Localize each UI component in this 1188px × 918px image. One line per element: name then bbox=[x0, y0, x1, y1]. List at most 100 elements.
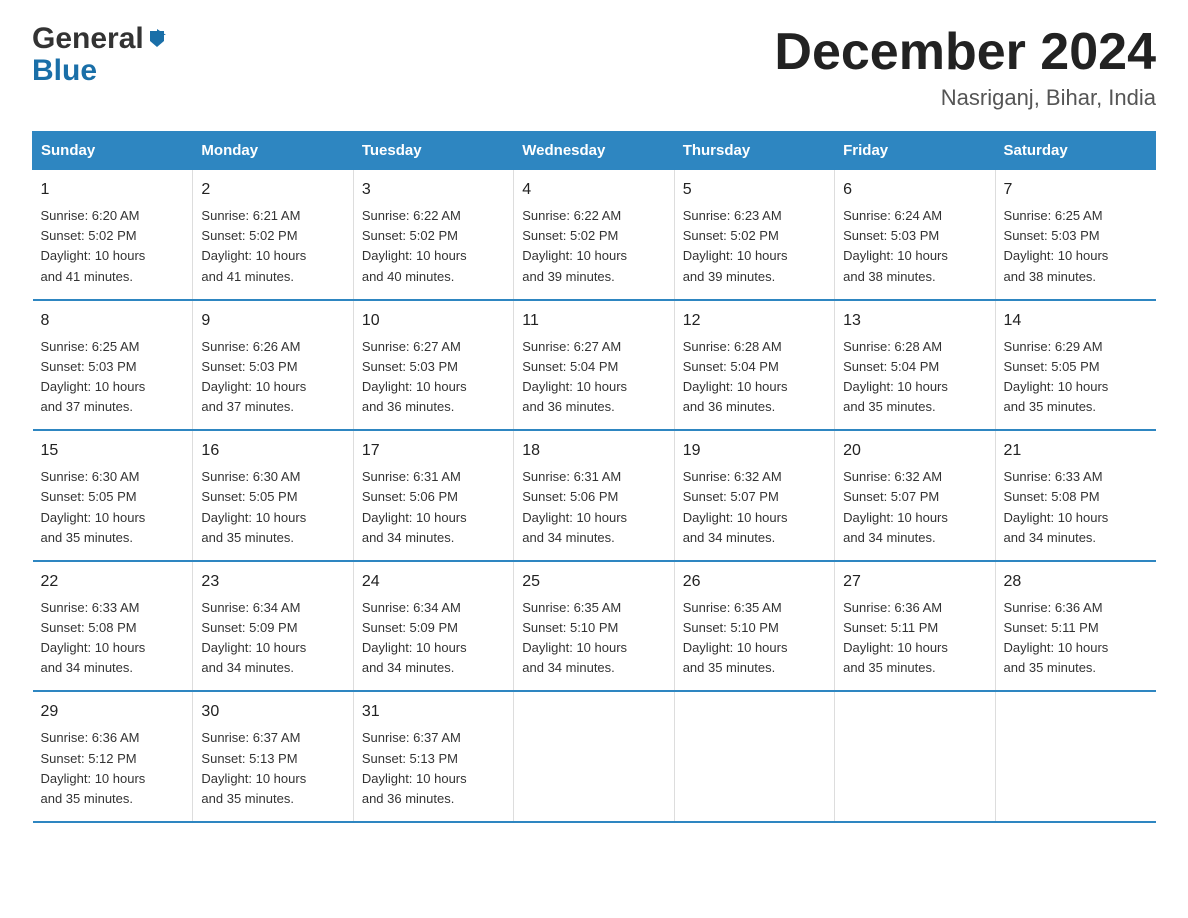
calendar-cell: 13Sunrise: 6:28 AMSunset: 5:04 PMDayligh… bbox=[835, 300, 995, 431]
page-title: December 2024 bbox=[774, 24, 1156, 81]
day-number: 6 bbox=[843, 178, 986, 202]
header-thursday: Thursday bbox=[674, 132, 834, 170]
calendar-week-row: 1 Sunrise: 6:20 AMSunset: 5:02 PMDaylight… bbox=[33, 170, 1156, 300]
calendar-table: Sunday Monday Tuesday Wednesday Thursday… bbox=[32, 131, 1156, 823]
day-info: Sunrise: 6:34 AMSunset: 5:09 PMDaylight:… bbox=[201, 598, 344, 679]
calendar-cell bbox=[674, 691, 834, 822]
calendar-cell: 1 Sunrise: 6:20 AMSunset: 5:02 PMDaylight… bbox=[33, 170, 193, 300]
calendar-cell: 30Sunrise: 6:37 AMSunset: 5:13 PMDayligh… bbox=[193, 691, 353, 822]
logo-general-text: General bbox=[32, 24, 168, 54]
day-number: 7 bbox=[1004, 178, 1148, 202]
calendar-cell: 14 Sunrise: 6:29 AMSunset: 5:05 PMDayligh… bbox=[995, 300, 1155, 431]
day-number: 26 bbox=[683, 570, 826, 594]
header-saturday: Saturday bbox=[995, 132, 1155, 170]
calendar-cell bbox=[835, 691, 995, 822]
header-friday: Friday bbox=[835, 132, 995, 170]
calendar-cell: 24 Sunrise: 6:34 AMSunset: 5:09 PMDayligh… bbox=[353, 561, 513, 692]
subtitle: Nasriganj, Bihar, India bbox=[774, 85, 1156, 111]
calendar-cell: 29Sunrise: 6:36 AMSunset: 5:12 PMDayligh… bbox=[33, 691, 193, 822]
calendar-body: 1 Sunrise: 6:20 AMSunset: 5:02 PMDaylight… bbox=[33, 170, 1156, 822]
day-info: Sunrise: 6:33 AMSunset: 5:08 PMDaylight:… bbox=[1004, 467, 1148, 548]
day-number: 20 bbox=[843, 439, 986, 463]
header-sunday: Sunday bbox=[33, 132, 193, 170]
calendar-week-row: 22 Sunrise: 6:33 AMSunset: 5:08 PMDayligh… bbox=[33, 561, 1156, 692]
calendar-cell: 27 Sunrise: 6:36 AMSunset: 5:11 PMDayligh… bbox=[835, 561, 995, 692]
calendar-cell: 16 Sunrise: 6:30 AMSunset: 5:05 PMDayligh… bbox=[193, 430, 353, 561]
day-number: 21 bbox=[1004, 439, 1148, 463]
day-number: 16 bbox=[201, 439, 344, 463]
day-info: Sunrise: 6:25 AMSunset: 5:03 PMDaylight:… bbox=[1004, 206, 1148, 287]
day-info: Sunrise: 6:20 AMSunset: 5:02 PMDaylight:… bbox=[41, 206, 185, 287]
header-wednesday: Wednesday bbox=[514, 132, 674, 170]
calendar-cell: 15 Sunrise: 6:30 AMSunset: 5:05 PMDayligh… bbox=[33, 430, 193, 561]
day-number: 22 bbox=[41, 570, 185, 594]
calendar-week-row: 15 Sunrise: 6:30 AMSunset: 5:05 PMDayligh… bbox=[33, 430, 1156, 561]
day-info: Sunrise: 6:30 AMSunset: 5:05 PMDaylight:… bbox=[201, 467, 344, 548]
day-number: 8 bbox=[41, 309, 185, 333]
day-number: 23 bbox=[201, 570, 344, 594]
day-number: 17 bbox=[362, 439, 505, 463]
day-number: 28 bbox=[1004, 570, 1148, 594]
day-number: 1 bbox=[41, 178, 185, 202]
day-info: Sunrise: 6:31 AMSunset: 5:06 PMDaylight:… bbox=[522, 467, 665, 548]
calendar-cell: 19Sunrise: 6:32 AMSunset: 5:07 PMDayligh… bbox=[674, 430, 834, 561]
day-info: Sunrise: 6:23 AMSunset: 5:02 PMDaylight:… bbox=[683, 206, 826, 287]
calendar-cell: 12 Sunrise: 6:28 AMSunset: 5:04 PMDayligh… bbox=[674, 300, 834, 431]
day-info: Sunrise: 6:22 AMSunset: 5:02 PMDaylight:… bbox=[362, 206, 505, 287]
day-number: 3 bbox=[362, 178, 505, 202]
day-info: Sunrise: 6:32 AMSunset: 5:07 PMDaylight:… bbox=[683, 467, 826, 548]
day-number: 2 bbox=[201, 178, 344, 202]
day-info: Sunrise: 6:28 AMSunset: 5:04 PMDaylight:… bbox=[843, 337, 986, 418]
day-info: Sunrise: 6:36 AMSunset: 5:12 PMDaylight:… bbox=[41, 728, 185, 809]
day-info: Sunrise: 6:26 AMSunset: 5:03 PMDaylight:… bbox=[201, 337, 344, 418]
title-section: December 2024 Nasriganj, Bihar, India bbox=[774, 24, 1156, 111]
calendar-cell: 26 Sunrise: 6:35 AMSunset: 5:10 PMDayligh… bbox=[674, 561, 834, 692]
calendar-cell: 18 Sunrise: 6:31 AMSunset: 5:06 PMDayligh… bbox=[514, 430, 674, 561]
day-info: Sunrise: 6:27 AMSunset: 5:04 PMDaylight:… bbox=[522, 337, 665, 418]
day-number: 18 bbox=[522, 439, 665, 463]
day-number: 14 bbox=[1004, 309, 1148, 333]
calendar-cell: 8 Sunrise: 6:25 AMSunset: 5:03 PMDaylight… bbox=[33, 300, 193, 431]
calendar-cell bbox=[995, 691, 1155, 822]
day-info: Sunrise: 6:36 AMSunset: 5:11 PMDaylight:… bbox=[843, 598, 986, 679]
day-info: Sunrise: 6:33 AMSunset: 5:08 PMDaylight:… bbox=[41, 598, 185, 679]
day-info: Sunrise: 6:35 AMSunset: 5:10 PMDaylight:… bbox=[683, 598, 826, 679]
calendar-cell: 10 Sunrise: 6:27 AMSunset: 5:03 PMDayligh… bbox=[353, 300, 513, 431]
calendar-cell: 11 Sunrise: 6:27 AMSunset: 5:04 PMDayligh… bbox=[514, 300, 674, 431]
logo: General Blue bbox=[32, 24, 168, 88]
day-info: Sunrise: 6:31 AMSunset: 5:06 PMDaylight:… bbox=[362, 467, 505, 548]
header-monday: Monday bbox=[193, 132, 353, 170]
logo-arrow-icon bbox=[146, 22, 168, 52]
calendar-cell: 5 Sunrise: 6:23 AMSunset: 5:02 PMDaylight… bbox=[674, 170, 834, 300]
calendar-cell: 20Sunrise: 6:32 AMSunset: 5:07 PMDayligh… bbox=[835, 430, 995, 561]
day-number: 12 bbox=[683, 309, 826, 333]
calendar-cell: 21 Sunrise: 6:33 AMSunset: 5:08 PMDayligh… bbox=[995, 430, 1155, 561]
day-number: 4 bbox=[522, 178, 665, 202]
day-number: 11 bbox=[522, 309, 665, 333]
day-info: Sunrise: 6:30 AMSunset: 5:05 PMDaylight:… bbox=[41, 467, 185, 548]
calendar-cell: 4Sunrise: 6:22 AMSunset: 5:02 PMDaylight… bbox=[514, 170, 674, 300]
day-info: Sunrise: 6:37 AMSunset: 5:13 PMDaylight:… bbox=[362, 728, 505, 809]
day-info: Sunrise: 6:25 AMSunset: 5:03 PMDaylight:… bbox=[41, 337, 185, 418]
day-number: 5 bbox=[683, 178, 826, 202]
day-number: 27 bbox=[843, 570, 986, 594]
day-info: Sunrise: 6:29 AMSunset: 5:05 PMDaylight:… bbox=[1004, 337, 1148, 418]
calendar-cell: 17 Sunrise: 6:31 AMSunset: 5:06 PMDayligh… bbox=[353, 430, 513, 561]
day-info: Sunrise: 6:34 AMSunset: 5:09 PMDaylight:… bbox=[362, 598, 505, 679]
day-number: 10 bbox=[362, 309, 505, 333]
day-number: 15 bbox=[41, 439, 185, 463]
day-number: 25 bbox=[522, 570, 665, 594]
day-info: Sunrise: 6:28 AMSunset: 5:04 PMDaylight:… bbox=[683, 337, 826, 418]
day-number: 31 bbox=[362, 700, 505, 724]
day-info: Sunrise: 6:24 AMSunset: 5:03 PMDaylight:… bbox=[843, 206, 986, 287]
calendar-cell: 3 Sunrise: 6:22 AMSunset: 5:02 PMDaylight… bbox=[353, 170, 513, 300]
calendar-week-row: 29Sunrise: 6:36 AMSunset: 5:12 PMDayligh… bbox=[33, 691, 1156, 822]
calendar-cell: 31 Sunrise: 6:37 AMSunset: 5:13 PMDayligh… bbox=[353, 691, 513, 822]
day-info: Sunrise: 6:36 AMSunset: 5:11 PMDaylight:… bbox=[1004, 598, 1148, 679]
calendar-cell: 28 Sunrise: 6:36 AMSunset: 5:11 PMDayligh… bbox=[995, 561, 1155, 692]
header-tuesday: Tuesday bbox=[353, 132, 513, 170]
day-number: 24 bbox=[362, 570, 505, 594]
day-info: Sunrise: 6:35 AMSunset: 5:10 PMDaylight:… bbox=[522, 598, 665, 679]
day-info: Sunrise: 6:27 AMSunset: 5:03 PMDaylight:… bbox=[362, 337, 505, 418]
day-number: 30 bbox=[201, 700, 344, 724]
